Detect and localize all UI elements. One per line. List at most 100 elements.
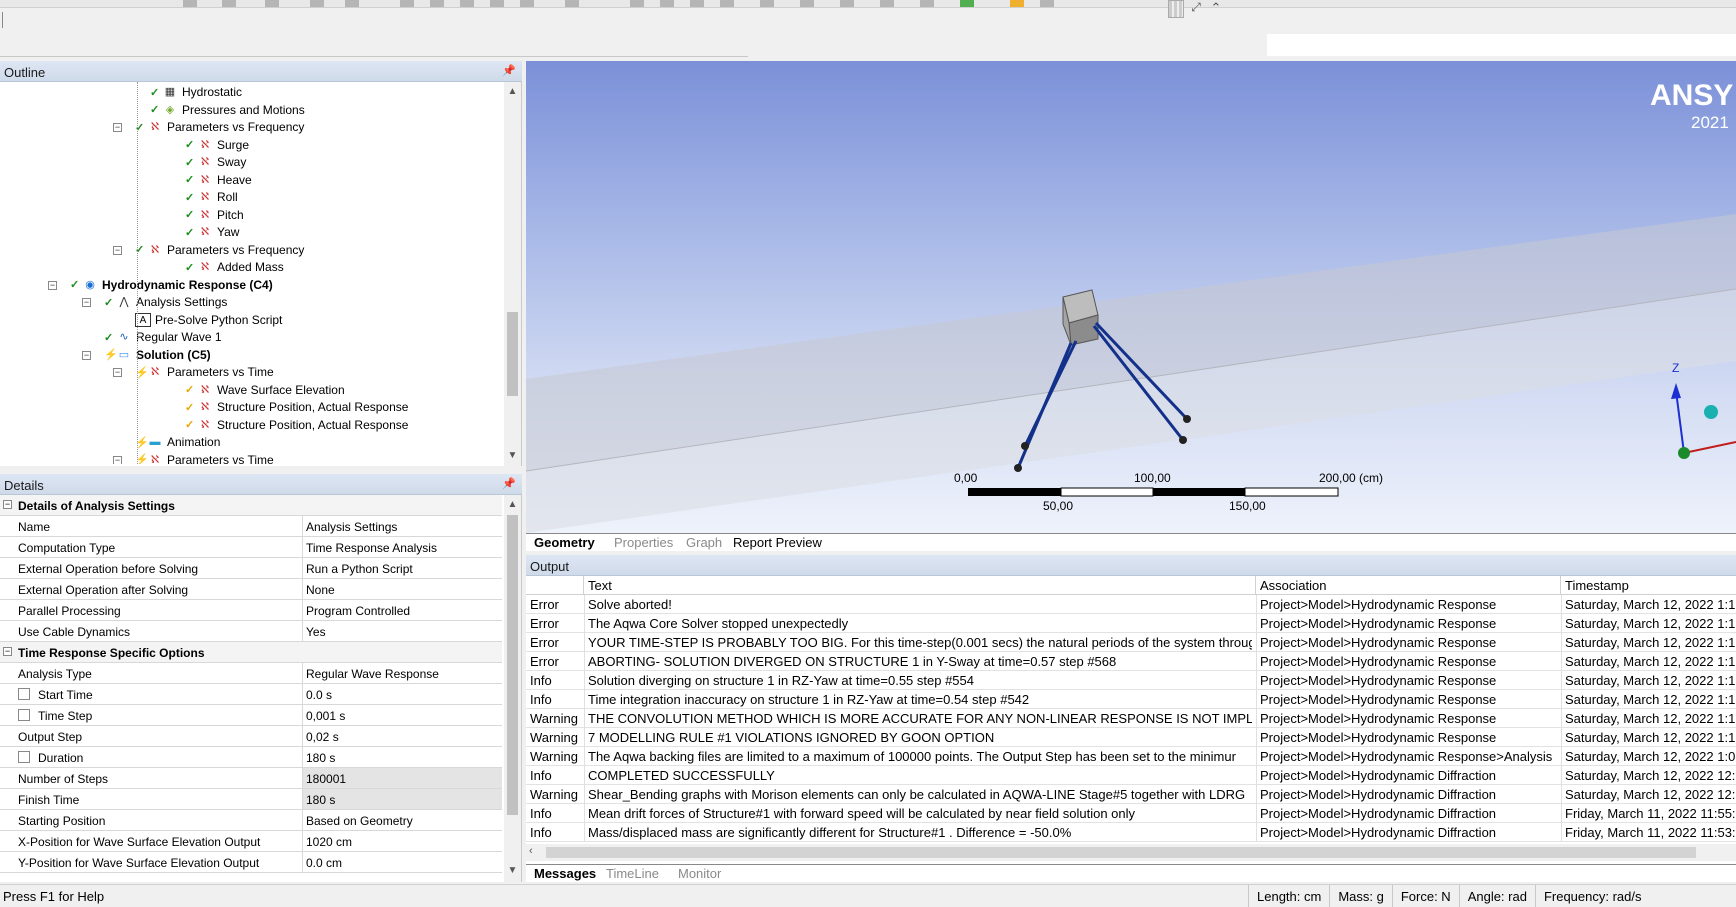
parameter-checkbox[interactable] xyxy=(18,709,30,721)
toolbar-button[interactable] xyxy=(345,0,359,7)
outline-item[interactable]: ✓ ℵ Yaw xyxy=(185,224,239,240)
tab-geometry[interactable]: Geometry xyxy=(530,535,599,552)
message-row[interactable]: Info Mean drift forces of Structure#1 wit… xyxy=(526,804,1736,823)
outline-item[interactable]: ✓ ℵ Parameters vs Frequency xyxy=(135,242,304,258)
tab-messages[interactable]: Messages xyxy=(530,866,600,883)
outline-item[interactable]: ✓ ℵ Wave Surface Elevation xyxy=(185,382,345,398)
details-value[interactable]: 0.0 cm xyxy=(306,856,342,870)
details-row[interactable]: Number of Steps 180001 xyxy=(0,768,502,789)
tree-expander[interactable]: − xyxy=(113,368,122,377)
column-header-timestamp[interactable]: Timestamp xyxy=(1561,576,1736,595)
column-header-association[interactable]: Association xyxy=(1256,576,1561,595)
scroll-up-icon[interactable]: ▲ xyxy=(504,84,521,100)
toolbar-button[interactable] xyxy=(400,0,414,7)
pin-icon[interactable]: 📌 xyxy=(502,64,516,77)
outline-item[interactable]: ✓ ◉ Hydrodynamic Response (C4) xyxy=(70,277,273,293)
unit-frequency[interactable]: Frequency: rad/s xyxy=(1534,885,1650,907)
toolbar-button[interactable] xyxy=(630,0,644,7)
tab-timeline[interactable]: TimeLine xyxy=(602,866,663,883)
details-value[interactable]: 180001 xyxy=(306,772,346,786)
details-value[interactable]: 180 s xyxy=(306,751,335,765)
details-value[interactable]: 1020 cm xyxy=(306,835,352,849)
outline-item[interactable]: ✓ ℵ Sway xyxy=(185,154,246,170)
details-row[interactable]: Start Time 0.0 s xyxy=(0,684,502,705)
details-value[interactable]: 0,001 s xyxy=(306,709,345,723)
toolbar-button[interactable] xyxy=(265,0,279,7)
scroll-thumb[interactable] xyxy=(507,312,518,396)
scroll-down-icon[interactable]: ▼ xyxy=(504,448,521,464)
details-value[interactable]: 180 s xyxy=(306,793,335,807)
toolbar-button[interactable] xyxy=(520,0,534,7)
details-section-header[interactable]: − Time Response Specific Options xyxy=(0,642,502,663)
tab-properties[interactable]: Properties xyxy=(610,535,677,552)
outline-item[interactable]: ⚡ ▭ Solution (C5) xyxy=(104,347,211,363)
outline-item[interactable]: ✓ ∿ Regular Wave 1 xyxy=(104,329,222,345)
toolbar-button[interactable] xyxy=(565,0,579,7)
toolbar-button[interactable] xyxy=(490,0,504,7)
outline-item[interactable]: ✓ ◈ Pressures and Motions xyxy=(150,102,305,118)
toolbar-button[interactable] xyxy=(840,0,854,7)
details-value[interactable]: 0.0 s xyxy=(306,688,332,702)
details-row[interactable]: X-Position for Wave Surface Elevation Ou… xyxy=(0,831,502,852)
toolbar-button[interactable] xyxy=(960,0,974,7)
outline-scrollbar[interactable]: ▲ ▼ xyxy=(504,82,521,466)
message-row[interactable]: Error ABORTING- SOLUTION DIVERGED ON STRU… xyxy=(526,652,1736,671)
message-row[interactable]: Warning The Aqwa backing files are limite… xyxy=(526,747,1736,766)
message-row[interactable]: Warning THE CONVOLUTION METHOD WHICH IS M… xyxy=(526,709,1736,728)
tree-expander[interactable]: − xyxy=(113,245,122,255)
message-row[interactable]: Info Mass/displaced mass are significantl… xyxy=(526,823,1736,842)
pin-icon[interactable]: 📌 xyxy=(502,477,516,490)
toolbar-button[interactable] xyxy=(310,0,324,7)
message-row[interactable]: Info COMPLETED SUCCESSFULLY Project>Model>… xyxy=(526,766,1736,785)
details-row[interactable]: Duration 180 s xyxy=(0,747,502,768)
toolbar-button[interactable] xyxy=(430,0,444,7)
details-value[interactable]: Time Response Analysis xyxy=(306,541,437,555)
details-row[interactable]: Finish Time 180 s xyxy=(0,789,502,810)
toolbar-button[interactable] xyxy=(690,0,704,7)
details-value[interactable]: Yes xyxy=(306,625,326,639)
outline-item[interactable]: ⚡ ▬ Animation xyxy=(135,434,220,450)
outline-item[interactable]: ✓ ℵ Roll xyxy=(185,189,238,205)
toolbar-button[interactable] xyxy=(920,0,934,7)
details-scrollbar[interactable]: ▲ ▼ xyxy=(504,495,521,882)
details-row[interactable]: Starting Position Based on Geometry xyxy=(0,810,502,831)
details-row[interactable]: Output Step 0,02 s xyxy=(0,726,502,747)
triad-view-sphere[interactable] xyxy=(1704,405,1718,419)
tree-expander[interactable]: − xyxy=(82,350,91,360)
outline-item[interactable]: ✓ ℵ Heave xyxy=(185,172,252,188)
output-hscrollbar[interactable]: ‹ xyxy=(526,844,1736,861)
toolbar-button[interactable] xyxy=(460,0,474,7)
outline-item[interactable]: ⚡ ℵ Parameters vs Time xyxy=(135,364,274,380)
details-row[interactable]: External Operation after Solving None xyxy=(0,579,502,600)
toolbar-button[interactable] xyxy=(1040,0,1054,7)
tree-expander[interactable]: − xyxy=(113,455,122,464)
scroll-thumb[interactable] xyxy=(507,515,518,815)
outline-item[interactable]: ⚡ ℵ Parameters vs Time xyxy=(135,452,274,465)
outline-item[interactable]: A Pre-Solve Python Script xyxy=(135,312,282,328)
outline-item[interactable]: ✓ ▦ Hydrostatic xyxy=(150,84,242,100)
details-value[interactable]: Program Controlled xyxy=(306,604,410,618)
scroll-down-icon[interactable]: ▼ xyxy=(504,863,521,879)
tree-expander[interactable]: − xyxy=(82,298,91,307)
toolbar-button[interactable] xyxy=(880,0,894,7)
outline-item[interactable]: ✓ ℵ Pitch xyxy=(185,207,244,223)
toolbar-button[interactable] xyxy=(1010,0,1024,7)
fullscreen-icon[interactable]: ⤢ xyxy=(1188,0,1204,18)
message-row[interactable]: Info Solution diverging on structure 1 in… xyxy=(526,671,1736,690)
details-row[interactable]: Use Cable Dynamics Yes xyxy=(0,621,502,642)
scroll-left-icon[interactable]: ‹ xyxy=(529,845,533,857)
details-row[interactable]: Time Step 0,001 s xyxy=(0,705,502,726)
toolbar-button[interactable] xyxy=(183,0,197,7)
details-value[interactable]: Based on Geometry xyxy=(306,814,413,828)
details-section-header[interactable]: − Details of Analysis Settings xyxy=(0,495,502,516)
details-row[interactable]: Computation Type Time Response Analysis xyxy=(0,537,502,558)
outline-item[interactable]: ✓ ℵ Structure Position, Actual Response xyxy=(185,399,408,415)
details-row[interactable]: External Operation before Solving Run a P… xyxy=(0,558,502,579)
details-row[interactable]: Analysis Type Regular Wave Response xyxy=(0,663,502,684)
section-collapse-icon[interactable]: − xyxy=(3,500,12,509)
grid-icon[interactable] xyxy=(1168,0,1184,18)
message-row[interactable]: Error Solve aborted! Project>Model>Hydrody… xyxy=(526,595,1736,614)
details-value[interactable]: Regular Wave Response xyxy=(306,667,439,681)
details-value[interactable]: Analysis Settings xyxy=(306,520,397,534)
scroll-thumb[interactable] xyxy=(546,847,1696,858)
